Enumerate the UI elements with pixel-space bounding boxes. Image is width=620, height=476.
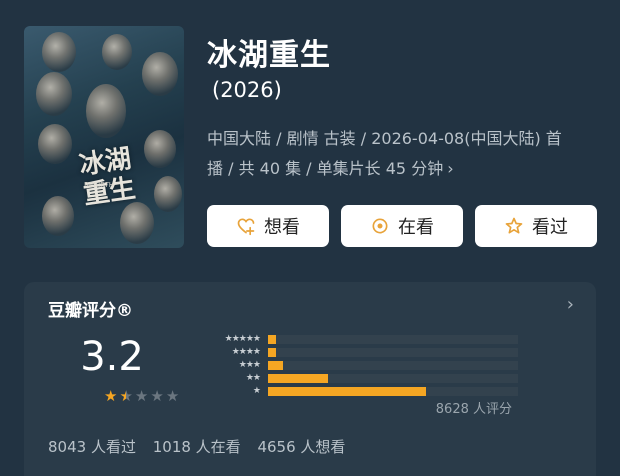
distribution-bar [268, 334, 276, 344]
distribution-bar [268, 347, 276, 357]
page-title: 冰湖重生 [207, 38, 331, 73]
rating-star-icon: ★ [134, 387, 149, 405]
distribution-track [268, 347, 518, 357]
distribution-row: ★★★★ [204, 346, 518, 358]
distribution-track [268, 334, 518, 344]
target-icon [372, 218, 388, 234]
watched-label: 看过 [532, 217, 568, 238]
audience-summary: 8043 人看过 1018 人在看 4656 人想看 [48, 436, 357, 457]
rating-star-icon: ★ [119, 387, 133, 405]
release-year: (2026) [212, 78, 282, 102]
watching-count[interactable]: 1018 人在看 [153, 438, 241, 456]
poster[interactable]: 冰湖重生 REBIRTH [24, 26, 184, 248]
rating-distribution: ★★★★★ ★★★★ ★★★ ★★ ★ [204, 333, 518, 398]
distribution-track [268, 373, 518, 383]
poster-figure [102, 34, 132, 70]
watching-button[interactable]: 在看 [341, 205, 463, 247]
meta-line: 中国大陆 / 剧情 古装 / 2026-04-08(中国大陆) 首 [207, 129, 562, 148]
heart-plus-icon [237, 218, 255, 236]
rating-stars: ★ ★ ★ ★ ★ [104, 389, 179, 404]
meta-line: 播 / 共 40 集 / 单集片长 45 分钟 › [207, 159, 454, 178]
want-count[interactable]: 4656 人想看 [257, 438, 345, 456]
distribution-star-label: ★ [252, 386, 261, 396]
want-label: 想看 [264, 217, 300, 238]
rating-star-icon: ★ [104, 387, 118, 405]
watched-count[interactable]: 8043 人看过 [48, 438, 136, 456]
chevron-right-icon: › [447, 159, 454, 178]
poster-figure [154, 176, 182, 212]
poster-subtitle: REBIRTH [84, 181, 115, 189]
star-outline-icon [505, 217, 523, 234]
distribution-bar [268, 373, 328, 383]
poster-figure [142, 52, 178, 96]
rating-star-icon: ★ [165, 387, 180, 405]
distribution-star-label: ★★★★★ [224, 334, 261, 344]
distribution-row: ★ [204, 385, 518, 397]
distribution-track [268, 360, 518, 370]
poster-figure [38, 124, 72, 164]
rating-star-icon: ★ [150, 387, 164, 405]
watching-label: 在看 [398, 217, 434, 238]
poster-figure [42, 196, 74, 236]
distribution-row: ★★ [204, 372, 518, 384]
rating-card[interactable]: 豆瓣评分® › 3.2 ★ ★ ★ ★ ★ ★★★★★ ★★★★ ★★★ ★★ ★ 8628 人… [24, 282, 596, 476]
distribution-bar [268, 360, 283, 370]
distribution-star-label: ★★ [245, 373, 261, 383]
poster-figure [42, 32, 76, 72]
want-to-watch-button[interactable]: 想看 [207, 205, 329, 247]
distribution-track [268, 386, 518, 396]
show-meta[interactable]: 中国大陆 / 剧情 古装 / 2026-04-08(中国大陆) 首 播 / 共 … [207, 124, 601, 184]
chevron-right-icon[interactable]: › [567, 294, 574, 315]
distribution-star-label: ★★★★ [231, 347, 261, 357]
distribution-row: ★★★ [204, 359, 518, 371]
distribution-row: ★★★★★ [204, 333, 518, 345]
rating-label: 豆瓣评分® [48, 301, 133, 321]
rating-count: 8628 人评分 [435, 402, 512, 417]
distribution-star-label: ★★★ [238, 360, 261, 370]
distribution-bar [268, 386, 426, 396]
watched-button[interactable]: 看过 [475, 205, 597, 247]
rating-score: 3.2 [80, 334, 144, 380]
poster-figure [86, 84, 126, 138]
poster-figure [36, 72, 72, 116]
